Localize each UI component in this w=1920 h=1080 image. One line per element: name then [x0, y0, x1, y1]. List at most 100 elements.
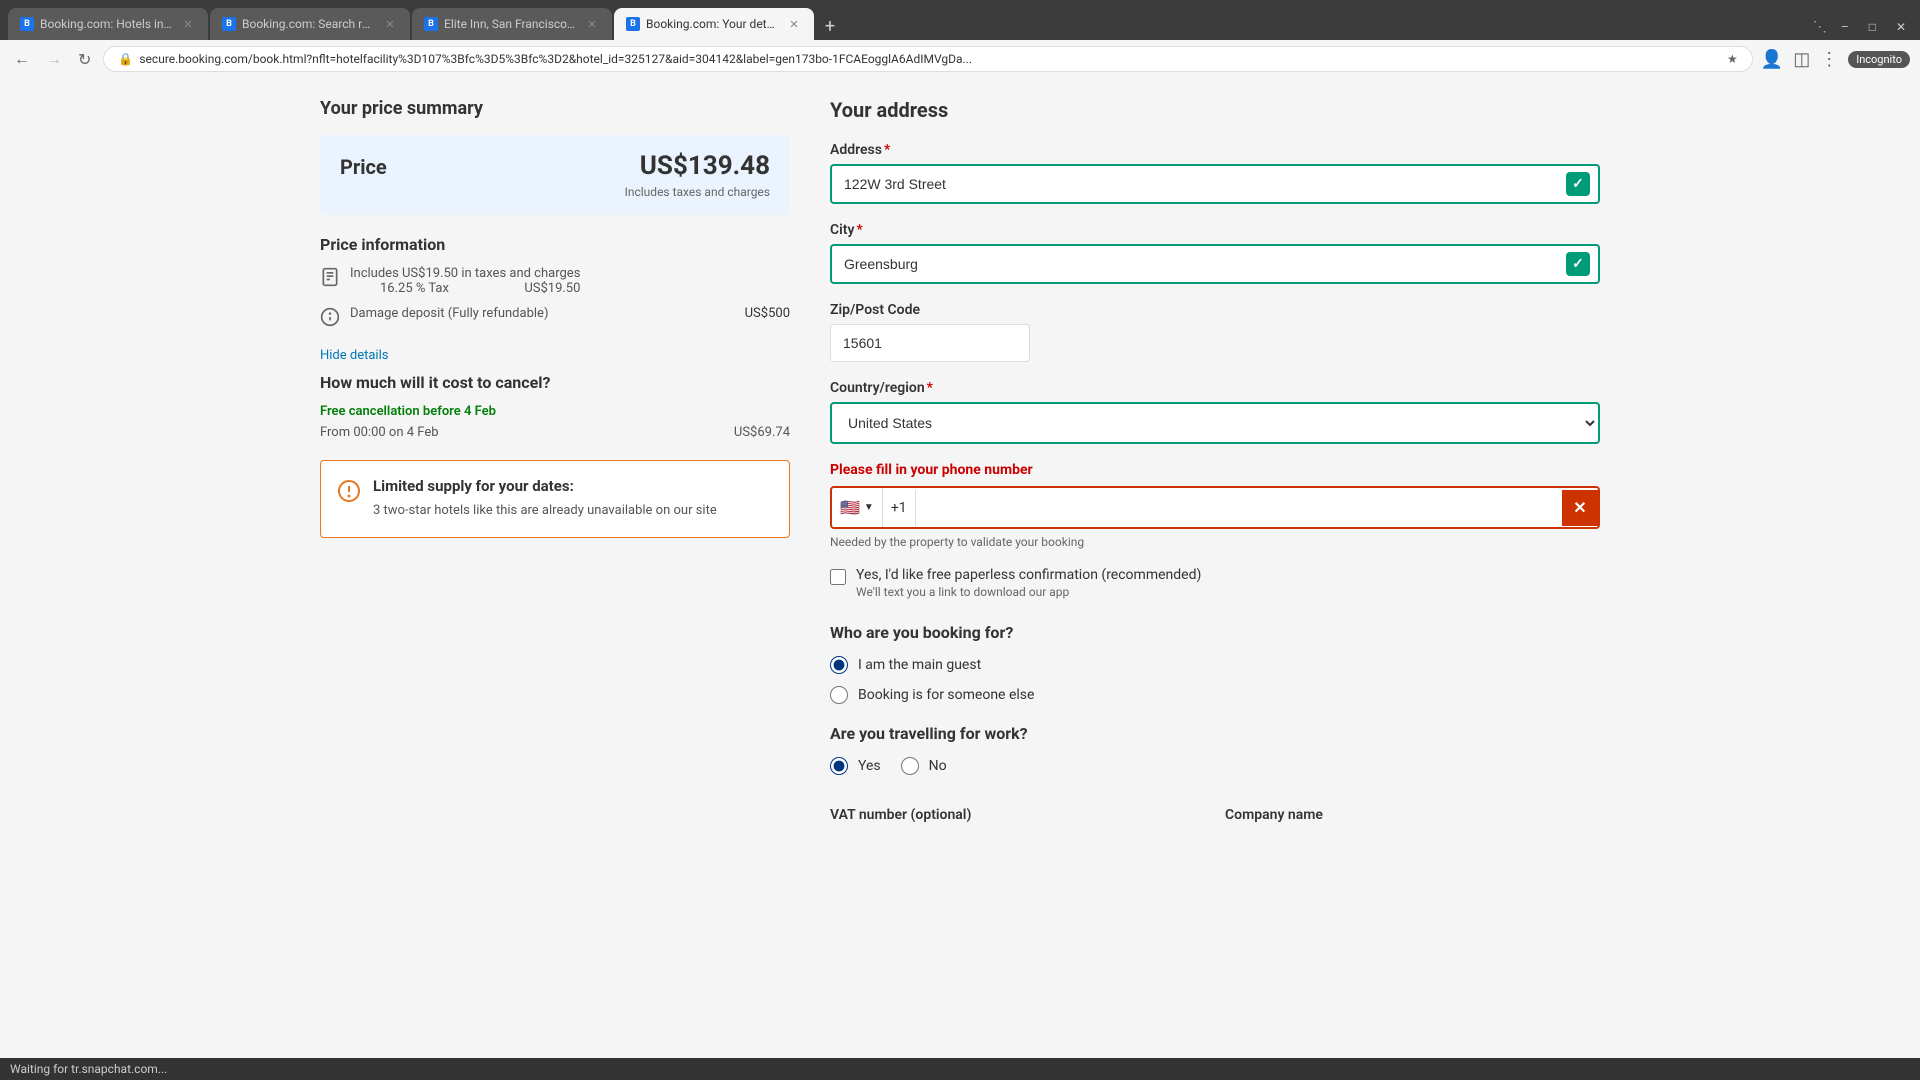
tab-favicon-1: B [20, 17, 34, 31]
tab-label-2: Booking.com: Search results: Sa... [242, 17, 376, 31]
radio-no-input[interactable] [901, 757, 919, 775]
tab-close-4[interactable]: ✕ [786, 16, 802, 32]
city-input[interactable] [830, 244, 1600, 284]
tax-percent: 16.25 % Tax [380, 281, 449, 296]
price-label: Price [340, 155, 387, 179]
phone-section-title: Please fill in your phone number [830, 462, 1600, 478]
vat-label: VAT number (optional) [830, 807, 1205, 823]
profile-icon[interactable]: 👤 [1761, 49, 1783, 70]
flag-dropdown-arrow: ▼ [864, 502, 874, 513]
radio-someone-else-label: Booking is for someone else [858, 687, 1034, 703]
phone-help-text: Needed by the property to validate your … [830, 535, 1600, 549]
receipt-icon [320, 267, 340, 287]
tab-close-3[interactable]: ✕ [584, 16, 600, 32]
paperless-row: Yes, I'd like free paperless confirmatio… [830, 567, 1600, 599]
paperless-sublabel: We'll text you a link to download our ap… [856, 585, 1201, 599]
paperless-label: Yes, I'd like free paperless confirmatio… [856, 567, 1201, 583]
tab-search[interactable]: B Booking.com: Search results: Sa... ✕ [210, 8, 410, 40]
lock-icon: 🔒 [118, 52, 133, 66]
info-icon [320, 307, 340, 327]
main-content: Your address Address* ✓ City* ✓ Zip/Post… [830, 98, 1600, 1048]
cancellation-section: How much will it cost to cancel? Free ca… [320, 373, 790, 440]
company-field: Company name [1225, 807, 1600, 829]
damage-label: Damage deposit (Fully refundable) [350, 306, 548, 321]
address-bar[interactable]: 🔒 secure.booking.com/book.html?nflt=hote… [103, 46, 1752, 72]
phone-group: Please fill in your phone number 🇺🇸 ▼ +1… [830, 462, 1600, 549]
address-required: * [884, 142, 890, 158]
radio-yes: Yes [830, 757, 881, 775]
minimize-button[interactable]: – [1835, 18, 1855, 36]
radio-main-guest-label: I am the main guest [858, 657, 981, 673]
price-information-section: Price information Includes US$19.50 in t… [320, 235, 790, 327]
paperless-checkbox[interactable] [830, 569, 846, 585]
city-group: City* ✓ [830, 222, 1600, 284]
tab-favicon-3: B [424, 17, 438, 31]
warning-icon [337, 479, 361, 503]
menu-icon[interactable]: ⋮ [1820, 49, 1838, 70]
radio-someone-else-input[interactable] [830, 686, 848, 704]
country-required: * [927, 380, 933, 396]
phone-clear-button[interactable]: ✕ [1562, 490, 1598, 526]
zip-group: Zip/Post Code [830, 302, 1600, 362]
forward-button[interactable]: → [42, 47, 66, 71]
radio-yes-label: Yes [858, 758, 881, 774]
maximize-button[interactable]: □ [1863, 18, 1882, 36]
tab-close-1[interactable]: ✕ [180, 16, 196, 32]
status-text: Waiting for tr.snapchat.com... [10, 1062, 167, 1076]
back-button[interactable]: ← [10, 47, 34, 71]
radio-no: No [901, 757, 947, 775]
cancel-from-amount: US$69.74 [734, 425, 790, 440]
city-input-wrapper: ✓ [830, 244, 1600, 284]
radio-main-guest-input[interactable] [830, 656, 848, 674]
tab-close-2[interactable]: ✕ [382, 16, 398, 32]
phone-flag-button[interactable]: 🇺🇸 ▼ [832, 488, 883, 527]
vat-field: VAT number (optional) [830, 807, 1205, 829]
vat-section: VAT number (optional) Company name [830, 807, 1600, 829]
section-title: Your address [830, 98, 1600, 122]
travelling-title: Are you travelling for work? [830, 724, 1600, 743]
radio-yes-input[interactable] [830, 757, 848, 775]
sidebar: Your price summary Price US$139.48 Inclu… [320, 98, 830, 1048]
hide-details-link[interactable]: Hide details [320, 348, 388, 363]
address-input-wrapper: ✓ [830, 164, 1600, 204]
address-input[interactable] [830, 164, 1600, 204]
zip-input[interactable] [830, 324, 1030, 362]
booking-for-section: Who are you booking for? I am the main g… [830, 623, 1600, 704]
window-controls: ⋱ – □ ✕ [1813, 18, 1912, 40]
tab-hotels[interactable]: B Booking.com: Hotels in San Fra... ✕ [8, 8, 208, 40]
country-group: Country/region* United States United Kin… [830, 380, 1600, 444]
city-label: City* [830, 222, 1600, 238]
tab-label-3: Elite Inn, San Francisco – Updat... [444, 17, 578, 31]
address-group: Address* ✓ [830, 142, 1600, 204]
phone-input-wrapper: 🇺🇸 ▼ +1 ✕ [830, 486, 1600, 529]
city-check-icon: ✓ [1566, 252, 1590, 276]
incognito-badge: Incognito [1848, 51, 1910, 68]
bookmark-icon[interactable]: ★ [1727, 52, 1738, 66]
cancel-from-row: From 00:00 on 4 Feb US$69.74 [320, 425, 790, 440]
zip-label: Zip/Post Code [830, 302, 1600, 318]
price-information-title: Price information [320, 235, 790, 254]
cancellation-title: How much will it cost to cancel? [320, 373, 790, 392]
radio-no-label: No [929, 758, 947, 774]
close-button[interactable]: ✕ [1890, 18, 1912, 36]
page-content: Your price summary Price US$139.48 Inclu… [300, 78, 1620, 1068]
tab-bar: B Booking.com: Hotels in San Fra... ✕ B … [8, 8, 844, 40]
extensions-icon[interactable]: ◫ [1793, 49, 1810, 70]
tax-amount: US$19.50 [524, 281, 580, 296]
phone-country-code: +1 [883, 490, 916, 526]
new-tab-button[interactable]: + [816, 12, 844, 40]
phone-number-input[interactable] [916, 490, 1562, 526]
travelling-options: Yes No [830, 757, 1600, 787]
country-select[interactable]: United States United Kingdom Canada Aust… [830, 402, 1600, 444]
travelling-section: Are you travelling for work? Yes No [830, 724, 1600, 787]
limited-supply-title: Limited supply for your dates: [373, 477, 717, 495]
browser-chrome: B Booking.com: Hotels in San Fra... ✕ B … [0, 0, 1920, 40]
tab-elite-inn[interactable]: B Elite Inn, San Francisco – Updat... ✕ [412, 8, 612, 40]
tab-your-details[interactable]: B Booking.com: Your details ✕ [614, 8, 814, 40]
cancel-from-label: From 00:00 on 4 Feb [320, 425, 439, 440]
city-required: * [856, 222, 862, 238]
radio-someone-else: Booking is for someone else [830, 686, 1600, 704]
price-box: Price US$139.48 Includes taxes and charg… [320, 135, 790, 215]
address-check-icon: ✓ [1566, 172, 1590, 196]
reload-button[interactable]: ↻ [74, 48, 95, 71]
